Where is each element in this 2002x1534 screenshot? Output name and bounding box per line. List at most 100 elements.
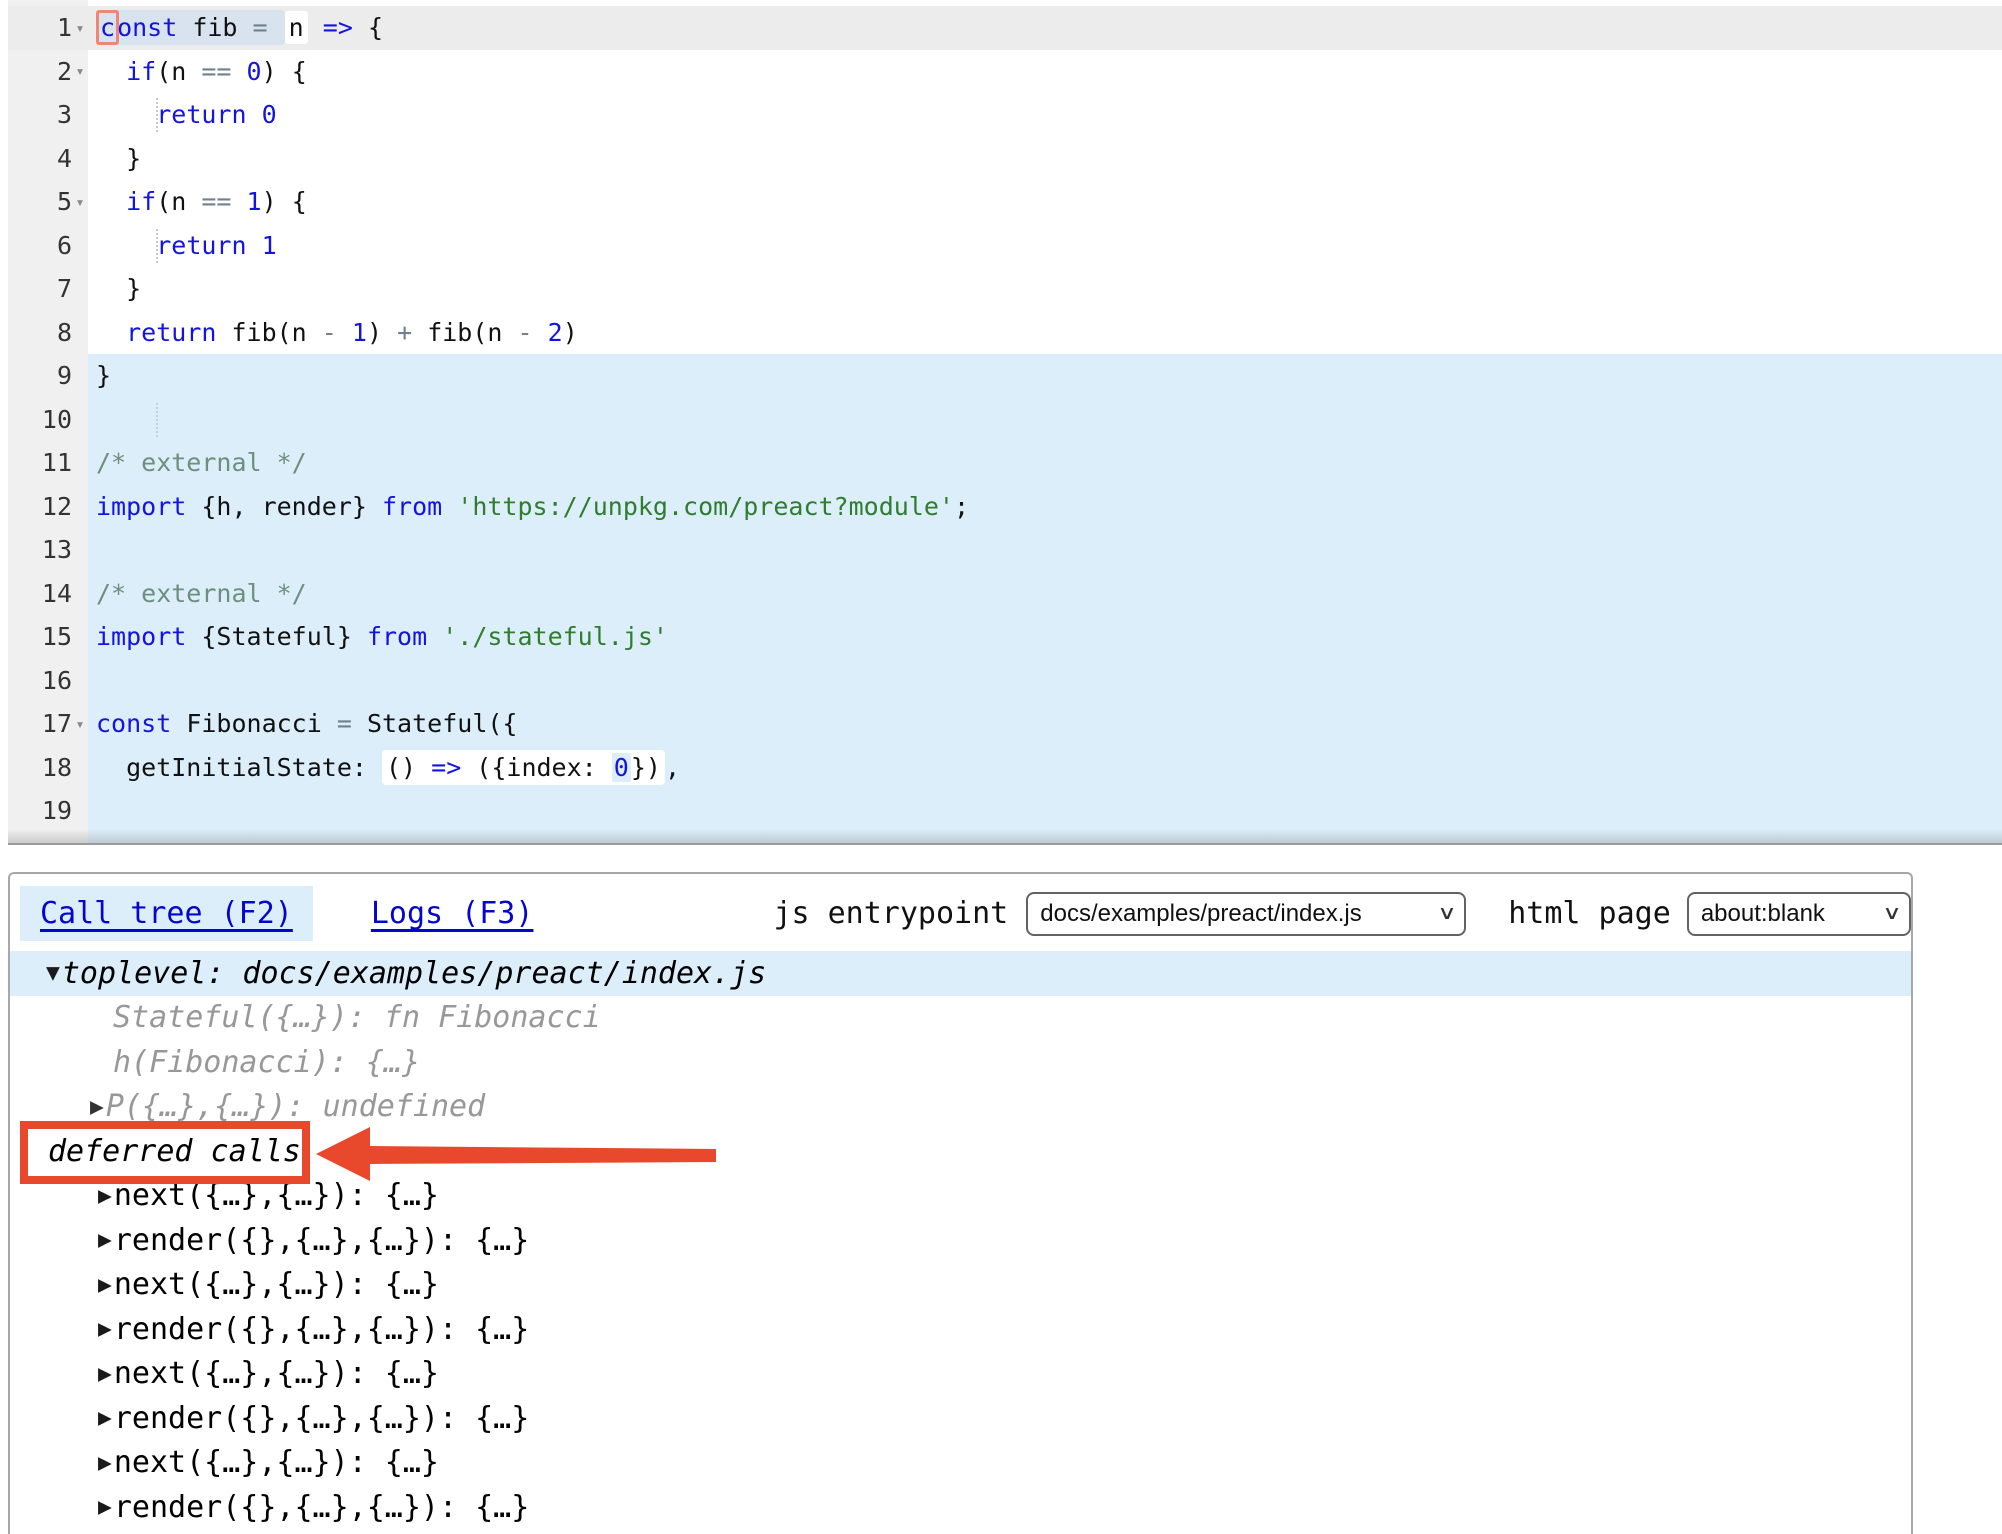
tree-row-text: h(Fibonacci): {…} bbox=[113, 1045, 420, 1080]
occ-highlight: n bbox=[285, 11, 308, 44]
code-line-5[interactable]: if(n == 1) { bbox=[88, 180, 2002, 224]
line-number: 2▾ bbox=[8, 50, 88, 94]
line-number: 19 bbox=[8, 789, 88, 833]
code-line-11[interactable]: /* external */ bbox=[88, 441, 2002, 485]
tree-row-stateful: Stateful({…}): fn Fibonacci bbox=[10, 996, 1911, 1041]
code-line-14[interactable]: /* external */ bbox=[88, 572, 2002, 616]
fold-icon[interactable]: ▾ bbox=[72, 19, 88, 37]
tree-row-text: render({},{…},{…}): {…} bbox=[114, 1223, 529, 1258]
line-number: 1▾ bbox=[8, 6, 88, 50]
fold-icon[interactable]: ▾ bbox=[72, 715, 88, 733]
code-line-1[interactable]: const fib = n => { bbox=[88, 6, 2002, 50]
line-number: 11 bbox=[8, 441, 88, 485]
line-number: 9 bbox=[8, 354, 88, 398]
tab-logs[interactable]: Logs (F3) bbox=[371, 896, 534, 931]
collapse-icon[interactable]: ▼ bbox=[46, 960, 60, 986]
fold-icon[interactable]: ▾ bbox=[72, 193, 88, 211]
expand-icon[interactable]: ▶ bbox=[98, 1183, 112, 1209]
fold-icon[interactable]: ▾ bbox=[72, 62, 88, 80]
editor-gutter: 1▾2▾345▾67891011121314151617▾181920 bbox=[8, 0, 88, 843]
indent-guide bbox=[156, 98, 158, 132]
call-tree: ▼toplevel: docs/examples/preact/index.js… bbox=[10, 951, 1911, 1530]
code-line-2[interactable]: if(n == 0) { bbox=[88, 50, 2002, 94]
code-line-13[interactable] bbox=[88, 528, 2002, 572]
code-editor[interactable]: 1▾2▾345▾67891011121314151617▾181920 cons… bbox=[8, 0, 2002, 845]
line-number: 3 bbox=[8, 93, 88, 137]
line-number: 12 bbox=[8, 485, 88, 529]
expand-icon[interactable]: ▶ bbox=[90, 1094, 104, 1120]
page-select-value: about:blank bbox=[1701, 900, 1825, 928]
code-line-18[interactable]: getInitialState: () => ({index: 0}), bbox=[88, 746, 2002, 790]
expand-icon[interactable]: ▶ bbox=[98, 1361, 112, 1387]
panel-header: Call tree (F2) Logs (F3) js entrypoint d… bbox=[10, 874, 1911, 941]
expand-icon[interactable]: ▶ bbox=[98, 1227, 112, 1253]
code-line-20[interactable]: next: ({index}) => ({index: index + 1}), bbox=[88, 833, 2002, 846]
whitebox-highlight: () => ({index: 0}) bbox=[382, 750, 665, 785]
html-page-label: html page bbox=[1508, 896, 1671, 931]
code-line-6[interactable]: return 1 bbox=[88, 224, 2002, 268]
tree-row-toplevel[interactable]: ▼toplevel: docs/examples/preact/index.js bbox=[10, 951, 1911, 996]
bluebox-highlight: 0 bbox=[612, 753, 631, 782]
line-number: 14 bbox=[8, 572, 88, 616]
line-number: 8 bbox=[8, 311, 88, 355]
code-line-9[interactable]: } bbox=[88, 354, 2002, 398]
expand-icon[interactable]: ▶ bbox=[98, 1450, 112, 1476]
expand-icon[interactable]: ▶ bbox=[98, 1405, 112, 1431]
expand-icon[interactable]: ▶ bbox=[98, 1316, 112, 1342]
tab-call-tree[interactable]: Call tree (F2) bbox=[20, 886, 313, 941]
expand-icon[interactable]: ▶ bbox=[98, 1272, 112, 1298]
line-number: 17▾ bbox=[8, 702, 88, 746]
chevron-down-icon: ∨ bbox=[1882, 902, 1901, 925]
editor-code-area[interactable]: const fib = n => { if(n == 0) { return 0… bbox=[88, 0, 2002, 843]
line-number: 10 bbox=[8, 398, 88, 442]
tree-row-text: Stateful({…}): fn Fibonacci bbox=[113, 1000, 601, 1035]
tree-row-render[interactable]: ▶render({},{…},{…}): {…} bbox=[10, 1218, 1911, 1263]
tree-row-render[interactable]: ▶render({},{…},{…}): {…} bbox=[10, 1485, 1911, 1530]
line-number: 5▾ bbox=[8, 180, 88, 224]
entry-select-value: docs/examples/preact/index.js bbox=[1040, 900, 1362, 928]
tree-row-render[interactable]: ▶render({},{…},{…}): {…} bbox=[10, 1307, 1911, 1352]
line-number: 13 bbox=[8, 528, 88, 572]
code-line-3[interactable]: return 0 bbox=[88, 93, 2002, 137]
tree-row-next[interactable]: ▶next({…},{…}): {…} bbox=[10, 1441, 1911, 1486]
tree-row-next[interactable]: ▶next({…},{…}): {…} bbox=[10, 1352, 1911, 1397]
indent-guide bbox=[156, 403, 158, 437]
tree-row-text: render({},{…},{…}): {…} bbox=[114, 1312, 529, 1347]
code-line-7[interactable]: } bbox=[88, 267, 2002, 311]
line-number: 18 bbox=[8, 746, 88, 790]
code-line-17[interactable]: const Fibonacci = Stateful({ bbox=[88, 702, 2002, 746]
line-number: 16 bbox=[8, 659, 88, 703]
debugger-panel: Call tree (F2) Logs (F3) js entrypoint d… bbox=[8, 872, 1913, 1534]
js-entrypoint-label: js entrypoint bbox=[773, 896, 1008, 931]
tree-row-p[interactable]: ▶P({…},{…}): undefined bbox=[10, 1085, 1911, 1130]
chevron-down-icon: ∨ bbox=[1438, 902, 1457, 925]
deferred-calls-label: deferred calls bbox=[10, 1129, 1911, 1174]
indent-guide bbox=[156, 229, 158, 263]
code-line-16[interactable] bbox=[88, 659, 2002, 703]
code-line-19[interactable] bbox=[88, 789, 2002, 833]
tree-row-next[interactable]: ▶next({…},{…}): {…} bbox=[10, 1263, 1911, 1308]
call-tree-link[interactable]: Call tree (F2) bbox=[40, 896, 293, 931]
code-line-15[interactable]: import {Stateful} from './stateful.js' bbox=[88, 615, 2002, 659]
line-number: 6 bbox=[8, 224, 88, 268]
tree-row-text: next({…},{…}): {…} bbox=[114, 1356, 439, 1391]
tree-row-next[interactable]: ▶next({…},{…}): {…} bbox=[10, 1174, 1911, 1219]
tree-row-render[interactable]: ▶render({},{…},{…}): {…} bbox=[10, 1396, 1911, 1441]
code-line-4[interactable]: } bbox=[88, 137, 2002, 181]
code-line-12[interactable]: import {h, render} from 'https://unpkg.c… bbox=[88, 485, 2002, 529]
line-number: 20 bbox=[8, 833, 88, 846]
line-number: 15 bbox=[8, 615, 88, 659]
line-number: 4 bbox=[8, 137, 88, 181]
expand-icon[interactable]: ▶ bbox=[98, 1494, 112, 1520]
entry-select[interactable]: docs/examples/preact/index.js ∨ bbox=[1026, 892, 1466, 936]
tree-row-text: next({…},{…}): {…} bbox=[114, 1445, 439, 1480]
tree-row-text: toplevel: docs/examples/preact/index.js bbox=[62, 956, 766, 991]
tree-row-h: h(Fibonacci): {…} bbox=[10, 1040, 1911, 1085]
code-line-10[interactable] bbox=[88, 398, 2002, 442]
page-select[interactable]: about:blank ∨ bbox=[1687, 892, 1911, 936]
tree-row-text: render({},{…},{…}): {…} bbox=[114, 1401, 529, 1436]
tree-row-text: next({…},{…}): {…} bbox=[114, 1267, 439, 1302]
tree-row-text: next({…},{…}): {…} bbox=[114, 1178, 439, 1213]
tree-row-text: P({…},{…}): undefined bbox=[106, 1089, 485, 1124]
code-line-8[interactable]: return fib(n - 1) + fib(n - 2) bbox=[88, 311, 2002, 355]
